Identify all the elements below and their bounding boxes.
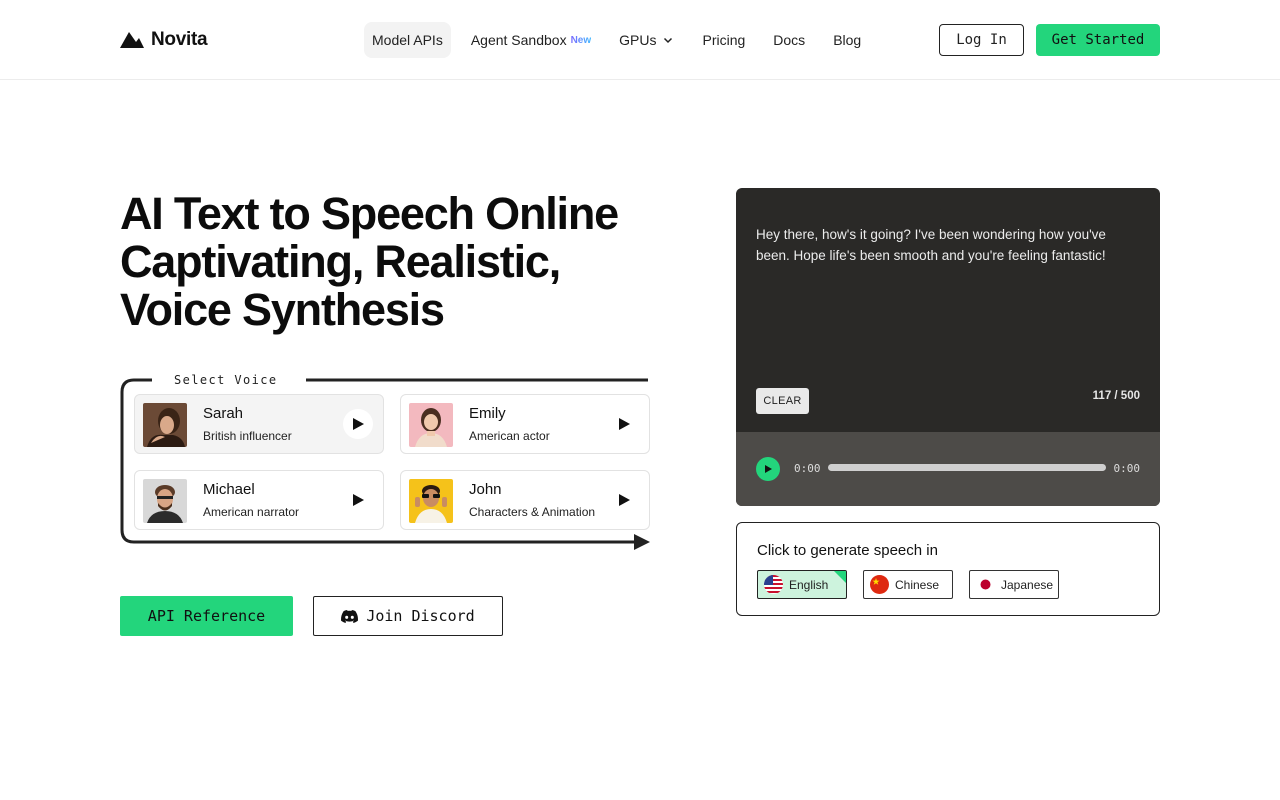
site-header: Novita Model APIs Agent Sandbox New GPUs… bbox=[0, 0, 1280, 80]
selected-corner-marker bbox=[833, 571, 846, 584]
character-count: 117 / 500 bbox=[1092, 390, 1140, 402]
language-label: English bbox=[789, 577, 829, 592]
nav-label: Model APIs bbox=[372, 32, 443, 48]
voice-card-john[interactable]: John Characters & Animation bbox=[400, 470, 650, 530]
total-time: 0:00 bbox=[1113, 462, 1141, 475]
language-selector-title: Click to generate speech in bbox=[757, 542, 938, 559]
nav-agent-sandbox[interactable]: Agent Sandbox New bbox=[463, 22, 599, 58]
language-label: Chinese bbox=[895, 577, 940, 592]
language-option-english[interactable]: English bbox=[757, 570, 847, 599]
voice-card-sarah[interactable]: Sarah British influencer bbox=[134, 394, 384, 454]
voice-description: American narrator bbox=[203, 505, 300, 519]
discord-icon bbox=[341, 609, 359, 623]
cn-flag-icon bbox=[870, 575, 889, 594]
jp-flag-icon bbox=[976, 575, 995, 594]
audio-player: 0:00 0:00 bbox=[736, 432, 1160, 506]
tts-input-text[interactable]: Hey there, how's it going? I've been won… bbox=[756, 224, 1136, 266]
voice-card-michael[interactable]: Michael American narrator bbox=[134, 470, 384, 530]
language-selector: Click to generate speech in English Chin… bbox=[736, 522, 1160, 616]
arrow-head-icon bbox=[634, 534, 650, 550]
voice-description: Characters & Animation bbox=[469, 505, 596, 519]
audio-progress-track[interactable] bbox=[828, 464, 1106, 471]
play-icon bbox=[619, 494, 630, 506]
play-icon bbox=[353, 418, 364, 430]
select-voice-label: Select Voice bbox=[174, 373, 278, 387]
voice-description: British influencer bbox=[203, 429, 292, 443]
nav-blog[interactable]: Blog bbox=[825, 22, 869, 58]
avatar bbox=[143, 479, 187, 523]
get-started-button[interactable]: Get Started bbox=[1036, 24, 1160, 56]
nav-label: Agent Sandbox bbox=[470, 32, 567, 48]
voice-name: John bbox=[469, 481, 502, 498]
hero-title-line: AI Text to Speech Online bbox=[120, 188, 619, 239]
voice-name: Emily bbox=[469, 405, 506, 422]
nav-label: Blog bbox=[833, 32, 862, 48]
current-time: 0:00 bbox=[794, 462, 821, 475]
language-option-japanese[interactable]: Japanese bbox=[969, 570, 1059, 599]
us-flag-icon bbox=[764, 575, 783, 594]
voice-name: Sarah bbox=[203, 405, 244, 422]
nav-label: GPUs bbox=[619, 32, 657, 48]
clear-button[interactable]: CLEAR bbox=[756, 388, 809, 414]
nav-gpus[interactable]: GPUs bbox=[611, 22, 682, 58]
novita-logo[interactable]: Novita bbox=[120, 28, 208, 52]
play-sample-button[interactable] bbox=[343, 485, 373, 515]
nav-docs[interactable]: Docs bbox=[765, 22, 813, 58]
hero-title-line: Captivating, Realistic, bbox=[120, 236, 561, 287]
avatar bbox=[143, 403, 187, 447]
play-sample-button[interactable] bbox=[609, 409, 639, 439]
nav-label: Pricing bbox=[702, 32, 746, 48]
login-button[interactable]: Log In bbox=[939, 24, 1024, 56]
voice-description: American actor bbox=[469, 429, 550, 443]
avatar bbox=[409, 403, 453, 447]
hero-title-line: Voice Synthesis bbox=[120, 284, 445, 335]
play-sample-button[interactable] bbox=[609, 485, 639, 515]
play-sample-button[interactable] bbox=[343, 409, 373, 439]
nav-label: Docs bbox=[773, 32, 806, 48]
play-icon bbox=[353, 494, 364, 506]
join-discord-label: Join Discord bbox=[366, 607, 475, 625]
play-icon bbox=[765, 465, 772, 473]
voice-card-emily[interactable]: Emily American actor bbox=[400, 394, 650, 454]
language-label: Japanese bbox=[1001, 577, 1054, 592]
main-nav: Model APIs Agent Sandbox New GPUs Pricin… bbox=[364, 22, 869, 58]
tts-player-panel: Hey there, how's it going? I've been won… bbox=[736, 188, 1160, 506]
join-discord-button[interactable]: Join Discord bbox=[313, 596, 503, 636]
language-option-chinese[interactable]: Chinese bbox=[863, 570, 953, 599]
hero-title: AI Text to Speech Online Captivating, Re… bbox=[120, 190, 680, 334]
voice-name: Michael bbox=[203, 481, 255, 498]
avatar bbox=[409, 479, 453, 523]
api-reference-button[interactable]: API Reference bbox=[120, 596, 293, 636]
novita-logo-icon bbox=[120, 32, 144, 48]
nav-pricing[interactable]: Pricing bbox=[694, 22, 753, 58]
nav-model-apis[interactable]: Model APIs bbox=[364, 22, 451, 58]
audio-play-button[interactable] bbox=[756, 457, 780, 481]
new-badge: New bbox=[570, 34, 592, 46]
logo-text: Novita bbox=[151, 29, 208, 50]
chevron-down-icon bbox=[664, 37, 673, 44]
play-icon bbox=[619, 418, 630, 430]
